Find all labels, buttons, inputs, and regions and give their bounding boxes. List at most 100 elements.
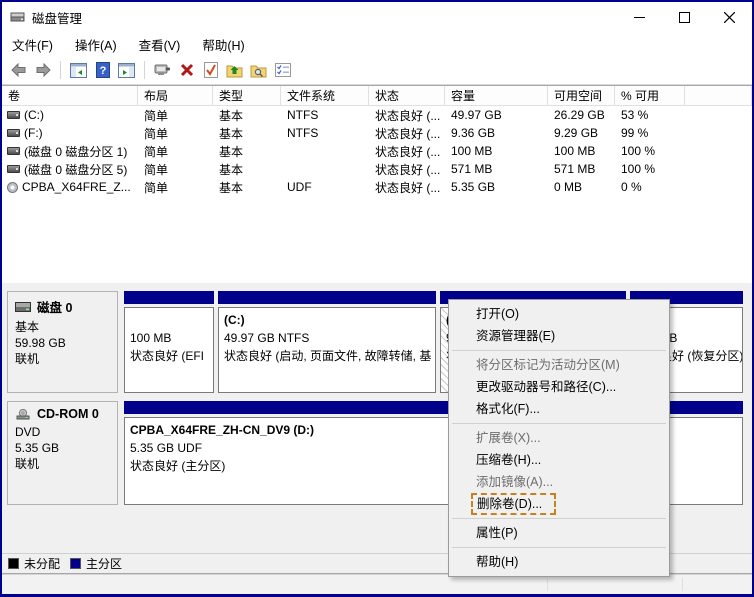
volume-name: (F:) (24, 126, 43, 140)
cell (281, 142, 369, 160)
show-action-pane-icon[interactable] (118, 62, 135, 79)
partition-efi[interactable]: 100 MB 状态良好 (EFI (124, 291, 214, 395)
cell: 基本 (213, 160, 281, 178)
cdrom-size: 5.35 GB (15, 440, 110, 456)
window-title: 磁盘管理 (32, 8, 82, 27)
maximize-button[interactable] (662, 2, 707, 32)
menu-help[interactable]: 帮助(H) (202, 35, 244, 54)
delete-volume-annotation-box: 删除卷(D)... (471, 493, 556, 515)
column-header-pct-free[interactable]: % 可用 (615, 86, 685, 105)
cell: 状态良好 (... (369, 124, 445, 142)
launch-console-icon[interactable] (154, 62, 171, 79)
menu-item-format[interactable]: 格式化(F)... (450, 398, 668, 420)
disk-management-app-icon (10, 9, 26, 25)
title-bar: 磁盘管理 (2, 2, 752, 32)
menu-item-extend-volume: 扩展卷(X)... (450, 427, 668, 449)
cell: UDF (281, 178, 369, 196)
cell: 571 MB (445, 160, 548, 178)
column-header-filesystem[interactable]: 文件系统 (281, 86, 369, 105)
help-icon[interactable]: ? (94, 62, 111, 79)
validate-icon[interactable] (202, 62, 219, 79)
menu-item-mark-active: 将分区标记为活动分区(M) (450, 354, 668, 376)
menu-item-delete-volume[interactable]: 删除卷(D)... (450, 493, 668, 515)
explore-folder-icon[interactable] (250, 62, 267, 79)
primary-partition-swatch (70, 558, 81, 569)
column-header-type[interactable]: 类型 (213, 86, 281, 105)
back-icon[interactable] (10, 62, 27, 79)
column-header-capacity[interactable]: 容量 (445, 86, 548, 105)
toolbar: ? (2, 56, 752, 85)
table-row[interactable]: (磁盘 0 磁盘分区 5) 简单 基本 状态良好 (... 571 MB 571… (2, 160, 752, 178)
volume-name: (磁盘 0 磁盘分区 1) (24, 143, 127, 160)
menu-item-add-mirror: 添加镜像(A)... (450, 471, 668, 493)
cell: 0 % (615, 178, 685, 196)
cell: 简单 (138, 142, 213, 160)
menu-separator (452, 350, 666, 351)
disk-status: 联机 (15, 351, 110, 367)
menu-separator (452, 423, 666, 424)
menu-file[interactable]: 文件(F) (12, 35, 53, 54)
disk-0-header-panel[interactable]: 磁盘 0 基本 59.98 GB 联机 (7, 291, 118, 393)
status-divider (547, 578, 548, 591)
cd-icon (7, 182, 18, 193)
menu-item-explorer[interactable]: 资源管理器(E) (450, 325, 668, 347)
menu-item-shrink-volume[interactable]: 压缩卷(H)... (450, 449, 668, 471)
partition-color-bar (124, 291, 214, 304)
cell: NTFS (281, 124, 369, 142)
cell: 0 MB (548, 178, 615, 196)
partition-c[interactable]: (C:) 49.97 GB NTFS 状态良好 (启动, 页面文件, 故障转储,… (218, 291, 436, 395)
partition-label: (C:) (224, 311, 430, 329)
properties-list-icon[interactable] (274, 62, 291, 79)
menu-item-change-letter[interactable]: 更改驱动器号和路径(C)... (450, 376, 668, 398)
show-console-tree-icon[interactable] (70, 62, 87, 79)
disk-type: 基本 (15, 319, 110, 335)
cell: 状态良好 (... (369, 160, 445, 178)
partition-label (130, 311, 208, 329)
close-button[interactable] (707, 2, 752, 32)
table-row[interactable]: (C:) 简单 基本 NTFS 状态良好 (... 49.97 GB 26.29… (2, 106, 752, 124)
table-row[interactable]: CPBA_X64FRE_Z... 简单 基本 UDF 状态良好 (... 5.3… (2, 178, 752, 196)
cell: 9.36 GB (445, 124, 548, 142)
cdrom-name: CD-ROM 0 (37, 407, 99, 421)
cell: 571 MB (548, 160, 615, 178)
partition-size: 100 MB (130, 329, 208, 347)
table-row[interactable]: (磁盘 0 磁盘分区 1) 简单 基本 状态良好 (... 100 MB 100… (2, 142, 752, 160)
cell: 100 MB (548, 142, 615, 160)
menu-item-delete-volume-label: 删除卷(D)... (477, 497, 542, 511)
volume-name: (磁盘 0 磁盘分区 5) (24, 161, 127, 178)
menu-view[interactable]: 查看(V) (139, 35, 181, 54)
menu-bar: 文件(F) 操作(A) 查看(V) 帮助(H) (2, 32, 752, 56)
cell: 状态良好 (... (369, 178, 445, 196)
column-header-free-space[interactable]: 可用空间 (548, 86, 615, 105)
open-parent-folder-icon[interactable] (226, 62, 243, 79)
cell: 9.29 GB (548, 124, 615, 142)
cell (281, 160, 369, 178)
partition-status: 状态良好 (启动, 页面文件, 故障转储, 基 (224, 347, 430, 365)
cell: NTFS (281, 106, 369, 124)
minimize-button[interactable] (617, 2, 662, 32)
menu-item-help[interactable]: 帮助(H) (450, 551, 668, 573)
column-header-status[interactable]: 状态 (369, 86, 445, 105)
menu-action[interactable]: 操作(A) (75, 35, 117, 54)
cell: 简单 (138, 106, 213, 124)
cell: 基本 (213, 106, 281, 124)
table-row[interactable]: (F:) 简单 基本 NTFS 状态良好 (... 9.36 GB 9.29 G… (2, 124, 752, 142)
disk-size: 59.98 GB (15, 335, 110, 351)
column-header-volume[interactable]: 卷 (2, 86, 138, 105)
partition-size: 49.97 GB NTFS (224, 329, 430, 347)
menu-separator (452, 518, 666, 519)
volume-name: CPBA_X64FRE_Z... (22, 180, 131, 194)
volume-context-menu: 打开(O) 资源管理器(E) 将分区标记为活动分区(M) 更改驱动器号和路径(C… (448, 299, 670, 577)
legend-unallocated: 未分配 (8, 555, 60, 572)
cdrom-type: DVD (15, 424, 110, 440)
cell: 简单 (138, 160, 213, 178)
legend-label: 未分配 (24, 555, 60, 572)
forward-icon[interactable] (34, 62, 51, 79)
legend-primary-partition: 主分区 (70, 555, 122, 572)
delete-icon[interactable] (178, 62, 195, 79)
toolbar-separator (60, 61, 61, 79)
menu-item-open[interactable]: 打开(O) (450, 303, 668, 325)
cdrom-0-header-panel[interactable]: CD-ROM 0 DVD 5.35 GB 联机 (7, 401, 118, 505)
menu-item-properties[interactable]: 属性(P) (450, 522, 668, 544)
column-header-layout[interactable]: 布局 (138, 86, 213, 105)
